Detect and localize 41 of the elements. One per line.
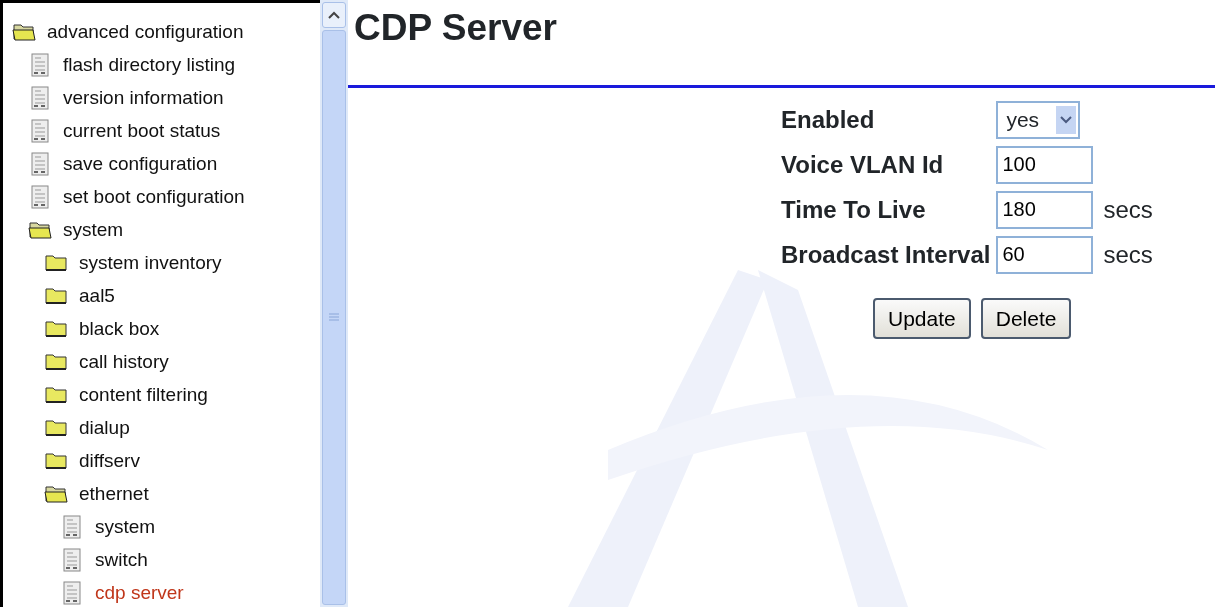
input-field[interactable]: 60 (996, 235, 1094, 274)
field-label: Enabled (781, 104, 876, 135)
scrollbar-thumb[interactable] (322, 30, 346, 605)
tree-item[interactable]: content filtering (79, 385, 208, 404)
tree-item[interactable]: advanced configuration (47, 22, 244, 41)
tree-item[interactable]: system (95, 517, 156, 536)
tree-item[interactable]: version information (63, 88, 224, 107)
tree-item[interactable]: set boot configuration (63, 187, 245, 206)
input-field[interactable]: 180 (996, 190, 1094, 229)
form-button[interactable]: Delete (980, 297, 1072, 340)
tree-item[interactable]: cdp server (95, 583, 184, 602)
field-label: Voice VLAN Id (781, 149, 945, 180)
tree-item[interactable]: save configuration (63, 154, 218, 173)
scroll-up-button[interactable] (322, 2, 346, 28)
tree-item[interactable]: system (63, 220, 124, 239)
document-icon (63, 580, 81, 605)
field-label: Time To Live (781, 194, 927, 225)
page-title: CDP Server (354, 8, 558, 49)
tree-item[interactable]: switch (95, 550, 148, 569)
tree-item[interactable]: black box (79, 319, 160, 338)
tree-item[interactable]: system inventory (79, 253, 222, 272)
document-icon (31, 52, 49, 77)
dropdown[interactable]: yes (996, 100, 1081, 139)
tree-item[interactable]: aal5 (79, 286, 115, 305)
document-icon (31, 118, 49, 143)
document-icon (31, 184, 49, 209)
tree-item[interactable]: ethernet (79, 484, 149, 503)
input-field[interactable]: 100 (996, 145, 1094, 184)
unit-label: secs (1102, 239, 1153, 270)
tree-item[interactable]: diffserv (79, 451, 140, 470)
document-icon (63, 514, 81, 539)
field-label: Broadcast Interval (781, 239, 991, 270)
tree-item[interactable]: call history (79, 352, 169, 371)
document-icon (31, 151, 49, 176)
tree-item[interactable]: current boot status (63, 121, 221, 140)
tree-item[interactable]: dialup (79, 418, 130, 437)
document-icon (31, 85, 49, 110)
form-button[interactable]: Update (873, 297, 971, 340)
document-icon (63, 547, 81, 572)
tree-item[interactable]: flash directory listing (63, 55, 236, 74)
unit-label: secs (1102, 194, 1153, 225)
